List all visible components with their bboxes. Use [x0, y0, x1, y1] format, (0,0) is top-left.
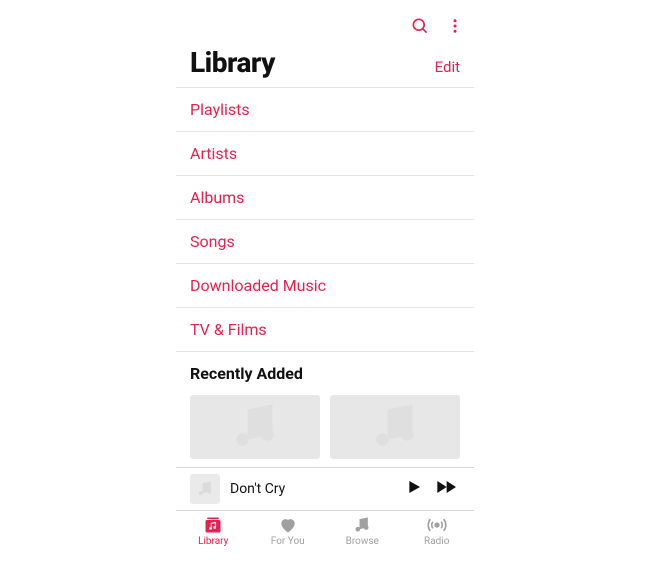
edit-button[interactable]: Edit — [435, 58, 460, 76]
now-playing-controls — [406, 479, 460, 499]
tab-label: Radio — [424, 536, 449, 547]
radio-icon — [426, 515, 448, 535]
album-thumbnail[interactable] — [190, 395, 320, 459]
music-note-icon — [195, 479, 215, 499]
music-note-icon — [365, 397, 425, 457]
page-header: Library Edit — [176, 42, 474, 88]
list-item-playlists[interactable]: Playlists — [176, 88, 474, 132]
music-note-icon — [225, 397, 285, 457]
now-playing-bar[interactable]: Don't Cry — [176, 467, 474, 511]
library-icon — [202, 515, 224, 535]
play-icon[interactable] — [406, 479, 422, 499]
list-item-tv-films[interactable]: TV & Films — [176, 308, 474, 352]
now-playing-art — [190, 474, 220, 504]
tab-label: For You — [271, 536, 305, 547]
next-track-icon[interactable] — [436, 479, 460, 499]
tab-radio[interactable]: Radio — [404, 515, 470, 547]
list-item-albums[interactable]: Albums — [176, 176, 474, 220]
recently-added-row — [176, 389, 474, 459]
library-category-list: Playlists Artists Albums Songs Downloade… — [176, 88, 474, 352]
more-icon[interactable] — [446, 16, 464, 36]
list-item-songs[interactable]: Songs — [176, 220, 474, 264]
page-title: Library — [190, 46, 275, 79]
tab-browse[interactable]: Browse — [329, 515, 395, 547]
bottom-tab-bar: Library For You Browse Radio — [176, 511, 474, 551]
now-playing-title: Don't Cry — [230, 481, 396, 497]
app-screen: Library Edit Playlists Artists Albums So… — [176, 6, 474, 554]
search-icon[interactable] — [410, 16, 430, 36]
tab-for-you[interactable]: For You — [255, 515, 321, 547]
heart-icon — [277, 515, 299, 535]
tab-library[interactable]: Library — [180, 515, 246, 547]
list-item-artists[interactable]: Artists — [176, 132, 474, 176]
tab-label: Library — [198, 536, 228, 547]
album-thumbnail[interactable] — [330, 395, 460, 459]
music-note-icon — [351, 515, 373, 535]
tab-label: Browse — [346, 536, 379, 547]
recently-added-heading: Recently Added — [176, 352, 474, 389]
top-action-bar — [176, 6, 474, 42]
list-item-downloaded[interactable]: Downloaded Music — [176, 264, 474, 308]
